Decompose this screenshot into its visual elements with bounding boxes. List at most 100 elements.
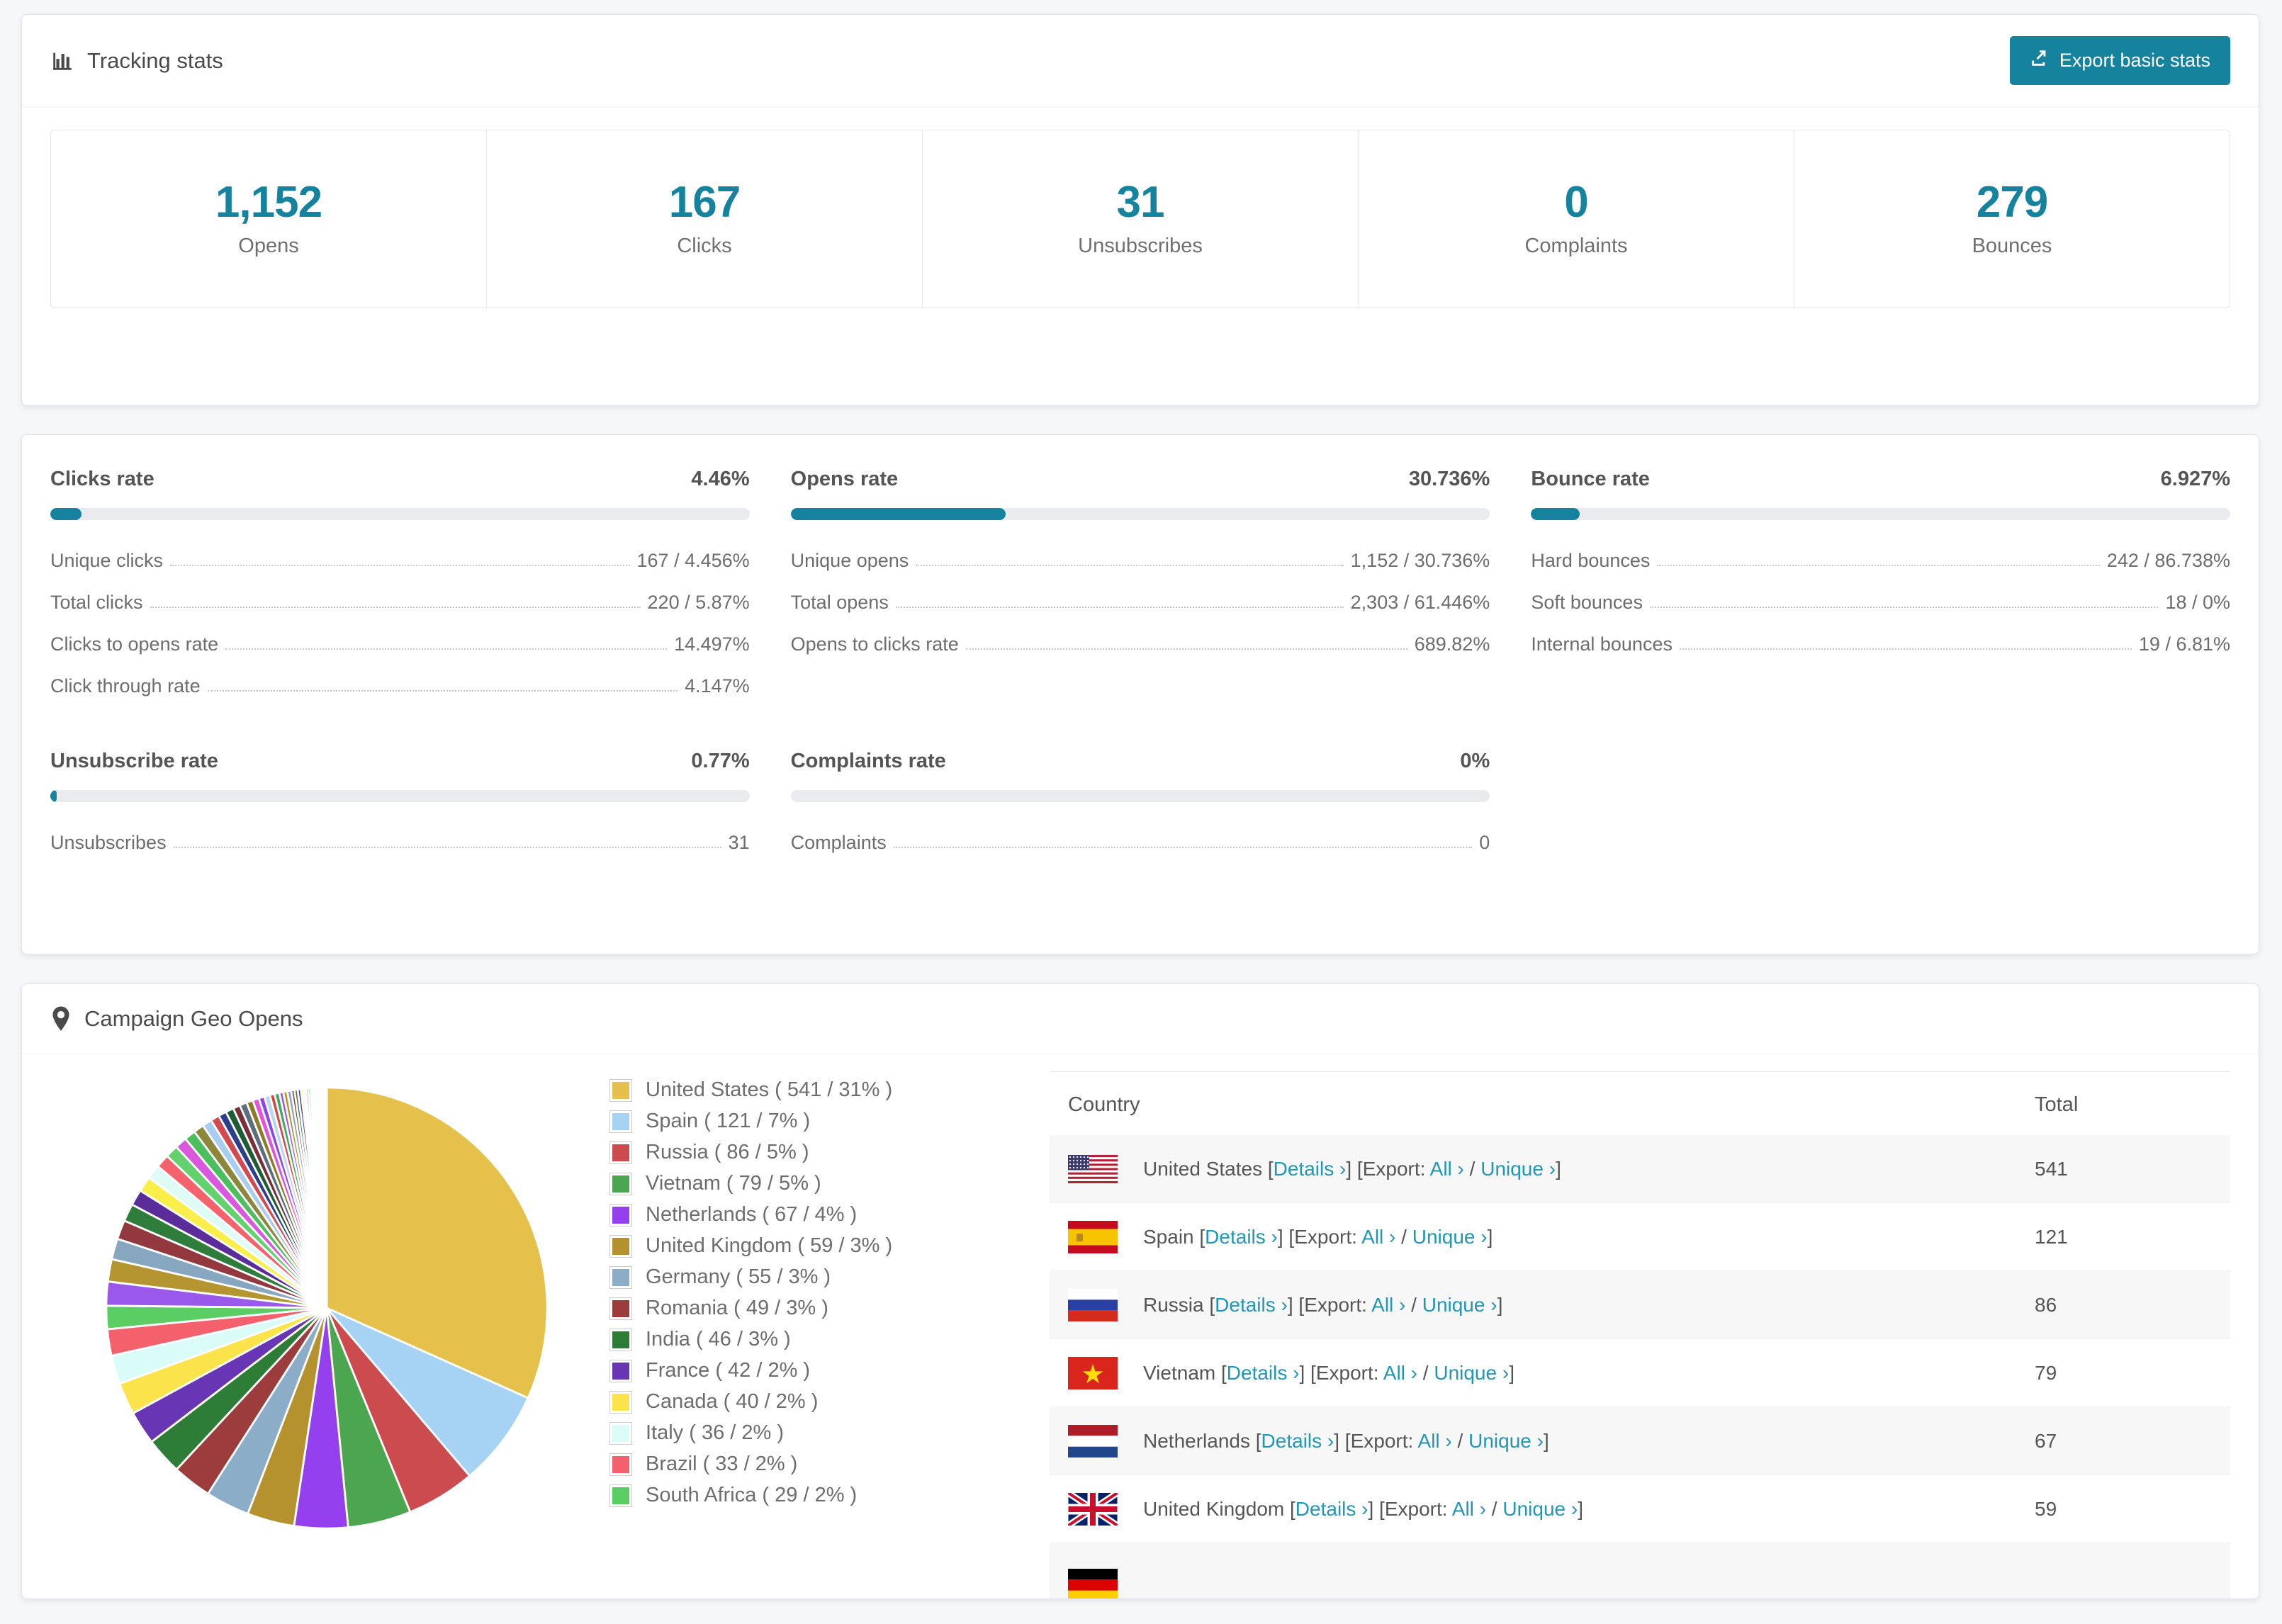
rate-row-label: Total clicks: [50, 592, 143, 613]
legend-item: Germany ( 55 / 3% ): [609, 1265, 1050, 1289]
export-all-link[interactable]: All ›: [1361, 1226, 1395, 1248]
legend-label: United Kingdom ( 59 / 3% ): [646, 1234, 893, 1257]
rate-row-label: Unsubscribes: [50, 832, 167, 853]
rate-title: Unsubscribe rate: [50, 750, 218, 772]
export-unique-link[interactable]: Unique ›: [1422, 1294, 1497, 1316]
export-unique-link[interactable]: Unique ›: [1412, 1226, 1488, 1248]
dotted-leader: [1657, 565, 2100, 566]
legend-swatch: [609, 1359, 632, 1382]
rate-value: 6.927%: [2160, 468, 2230, 490]
rate-head: Unsubscribe rate 0.77%: [50, 750, 750, 773]
legend-label: Netherlands ( 67 / 4% ): [646, 1203, 858, 1226]
export-unique-link[interactable]: Unique ›: [1468, 1430, 1544, 1452]
export-all-link[interactable]: All ›: [1371, 1294, 1405, 1316]
legend-item: Canada ( 40 / 2% ): [609, 1390, 1050, 1414]
export-all-link[interactable]: All ›: [1430, 1158, 1464, 1180]
us-flag-icon: [1068, 1154, 1118, 1183]
export-unique-link[interactable]: Unique ›: [1434, 1362, 1509, 1384]
rates-spacer: [1531, 750, 2230, 864]
details-link[interactable]: Details ›: [1274, 1158, 1347, 1180]
dotted-leader: [916, 565, 1344, 566]
rate-row-value: 4.147%: [685, 675, 750, 697]
rate-block-bounce-rate: Bounce rate 6.927% Hard bounces 242 / 86.73…: [1531, 468, 2230, 707]
rate-row-label: Total opens: [790, 592, 889, 613]
legend-label: Canada ( 40 / 2% ): [646, 1390, 819, 1413]
de-flag-icon: [1068, 1569, 1118, 1598]
details-link[interactable]: Details ›: [1205, 1226, 1278, 1248]
legend-item: France ( 42 / 2% ): [609, 1359, 1050, 1382]
total-cell: 121: [2035, 1225, 2068, 1248]
rate-row: Total clicks 220 / 5.87%: [50, 582, 750, 624]
country-links: Russia [Details ›] [Export: All › / Uniq…: [1143, 1293, 1503, 1316]
geo-title: Campaign Geo Opens: [84, 1006, 303, 1031]
rates-grid-row2: Unsubscribe rate 0.77% Unsubscribes 31 Compl…: [50, 750, 2230, 864]
vn-flag-icon: [1068, 1356, 1118, 1389]
legend-item: Italy ( 36 / 2% ): [609, 1421, 1050, 1445]
export-unique-link[interactable]: Unique ›: [1502, 1498, 1578, 1520]
rate-title: Complaints rate: [790, 750, 946, 772]
export-all-link[interactable]: All ›: [1418, 1430, 1452, 1452]
legend-swatch: [609, 1297, 632, 1320]
legend-swatch: [609, 1390, 632, 1414]
country-cell: [1068, 1569, 2035, 1598]
export-basic-stats-button[interactable]: Export basic stats: [2009, 36, 2230, 85]
country-cell: Netherlands [Details ›] [Export: All › /…: [1068, 1424, 2035, 1457]
legend-label: Italy ( 36 / 2% ): [646, 1421, 785, 1444]
legend-swatch: [609, 1453, 632, 1476]
stat-label: Complaints: [1524, 235, 1628, 257]
export-unique-link[interactable]: Unique ›: [1480, 1158, 1556, 1180]
legend-label: Brazil ( 33 / 2% ): [646, 1453, 798, 1475]
rate-head: Opens rate 30.736%: [791, 468, 1490, 491]
details-link[interactable]: Details ›: [1295, 1498, 1368, 1520]
pie-slice-other[interactable]: [325, 1086, 328, 1309]
dotted-leader: [225, 648, 668, 650]
legend-swatch: [609, 1110, 632, 1133]
rate-title: Clicks rate: [50, 468, 154, 490]
rate-title: Bounce rate: [1531, 468, 1650, 490]
rate-row-value: 1,152 / 30.736%: [1350, 550, 1490, 571]
rate-rows: Unsubscribes 31: [50, 822, 750, 864]
rate-row-label: Clicks to opens rate: [50, 633, 219, 655]
details-link[interactable]: Details ›: [1261, 1430, 1334, 1452]
legend-swatch: [609, 1328, 632, 1351]
geo-legend: United States ( 541 / 31% ) Spain ( 121 /…: [609, 1061, 1050, 1598]
country-cell: Spain [Details ›] [Export: All › / Uniqu…: [1068, 1220, 2035, 1253]
legend-label: Vietnam ( 79 / 5% ): [646, 1172, 821, 1195]
page-title: Tracking stats: [87, 47, 223, 73]
export-all-link[interactable]: All ›: [1383, 1362, 1417, 1384]
rate-head: Clicks rate 4.46%: [50, 468, 750, 491]
rate-value: 0%: [1460, 750, 1490, 772]
details-link[interactable]: Details ›: [1227, 1362, 1300, 1384]
stat-box-opens: 1,152 Opens: [51, 130, 486, 308]
dotted-leader: [965, 648, 1407, 650]
rate-block-opens-rate: Opens rate 30.736% Unique opens 1,152 / 30.…: [790, 468, 1490, 707]
stat-label: Opens: [238, 235, 299, 257]
country-links: Vietnam [Details ›] [Export: All › / Uni…: [1143, 1361, 1514, 1384]
rate-row: Unique clicks 167 / 4.456%: [50, 540, 750, 582]
legend-label: Romania ( 49 / 3% ): [646, 1297, 828, 1319]
rate-progress-bar: [50, 790, 750, 802]
legend-label: India ( 46 / 3% ): [646, 1328, 791, 1350]
dotted-leader: [207, 690, 678, 692]
rate-row-value: 14.497%: [674, 633, 750, 655]
legend-swatch: [609, 1234, 632, 1258]
tracking-stats-card: Tracking stats Export basic stats 1,152 O…: [21, 14, 2259, 406]
rate-progress-bar: [790, 790, 1490, 802]
stat-label: Unsubscribes: [1078, 235, 1203, 257]
country-links: United States [Details ›] [Export: All ›…: [1143, 1157, 1561, 1180]
country-cell: United States [Details ›] [Export: All ›…: [1068, 1154, 2035, 1183]
total-cell: 67: [2035, 1429, 2057, 1452]
legend-item: United Kingdom ( 59 / 3% ): [609, 1234, 1050, 1258]
rate-block-unsubscribe-rate: Unsubscribe rate 0.77% Unsubscribes 31: [50, 750, 750, 864]
legend-item: Vietnam ( 79 / 5% ): [609, 1172, 1050, 1195]
rate-row-label: Opens to clicks rate: [790, 633, 959, 655]
es-flag-icon: [1068, 1220, 1118, 1253]
legend-label: South Africa ( 29 / 2% ): [646, 1484, 858, 1506]
legend-label: Germany ( 55 / 3% ): [646, 1265, 831, 1288]
details-link[interactable]: Details ›: [1215, 1294, 1288, 1316]
rate-row: Unique opens 1,152 / 30.736%: [791, 540, 1490, 582]
stat-value: 167: [668, 178, 741, 227]
export-all-link[interactable]: All ›: [1452, 1498, 1486, 1520]
legend-item: Romania ( 49 / 3% ): [609, 1297, 1050, 1320]
geo-opens-header: Campaign Geo Opens: [22, 984, 2259, 1054]
